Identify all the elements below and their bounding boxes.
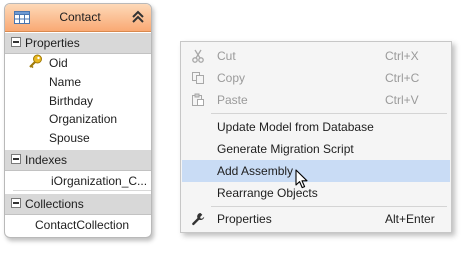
index-item[interactable]: iOrganization_C... [13,172,151,191]
menu-item-paste[interactable]: Paste Ctrl+V [182,89,450,111]
scissors-icon [191,49,205,66]
menu-item-label: Update Model from Database [217,120,374,134]
menu-item-shortcut: Alt+Enter [385,212,435,226]
collapse-minus-icon[interactable] [11,37,21,47]
collection-label: ContactCollection [35,218,130,232]
menu-separator [211,206,447,207]
entity-header[interactable]: Contact [5,4,151,32]
property-name[interactable]: Name [49,75,81,89]
entity-shape-contact[interactable]: Contact Properties Oid Name Birthday Org… [4,3,152,238]
table-icon [14,11,30,27]
section-label: Indexes [25,153,68,167]
collapse-minus-icon[interactable] [11,154,21,164]
mouse-pointer-icon [295,169,309,193]
collapse-chevron-icon[interactable] [131,10,145,27]
entity-title: Contact [59,10,101,24]
key-icon [28,54,43,72]
menu-item-label: Properties [217,212,272,226]
menu-item-add-assembly[interactable]: Add Assembly [182,160,450,182]
property-organization[interactable]: Organization [49,112,117,126]
menu-item-shortcut: Ctrl+C [385,71,420,85]
menu-item-update-model[interactable]: Update Model from Database [182,116,450,138]
collapse-minus-icon[interactable] [11,198,21,208]
menu-separator [211,113,447,114]
copy-icon [191,71,205,88]
menu-item-shortcut: Ctrl+X [385,49,419,63]
property-spouse[interactable]: Spouse [49,131,90,145]
menu-item-generate-migration[interactable]: Generate Migration Script [182,138,450,160]
menu-item-label: Generate Migration Script [217,142,354,156]
paste-icon [191,93,205,110]
indexes-section-header[interactable]: Indexes [5,150,151,171]
menu-item-label: Add Assembly [217,164,294,178]
properties-section-header[interactable]: Properties [5,33,151,54]
index-label: iOrganization_C... [51,174,148,188]
diagram-canvas[interactable]: Contact Properties Oid Name Birthday Org… [0,0,464,253]
property-oid[interactable]: Oid [49,56,68,70]
menu-item-label: Copy [217,71,246,85]
menu-item-shortcut: Ctrl+V [385,93,419,107]
section-label: Collections [25,197,84,211]
menu-item-rearrange-objects[interactable]: Rearrange Objects [182,182,450,204]
wrench-icon [191,212,205,229]
menu-item-label: Paste [217,93,248,107]
menu-item-properties[interactable]: Properties Alt+Enter [182,208,450,230]
menu-item-cut[interactable]: Cut Ctrl+X [182,45,450,67]
collections-section-header[interactable]: Collections [5,194,151,215]
section-label: Properties [25,36,80,50]
menu-item-label: Cut [217,49,236,63]
property-birthday[interactable]: Birthday [49,94,93,108]
menu-item-copy[interactable]: Copy Ctrl+C [182,67,450,89]
collection-item[interactable]: ContactCollection [13,216,151,234]
context-menu: Cut Ctrl+X Copy Ctrl+C Paste Ctrl+V Upda… [180,41,452,233]
